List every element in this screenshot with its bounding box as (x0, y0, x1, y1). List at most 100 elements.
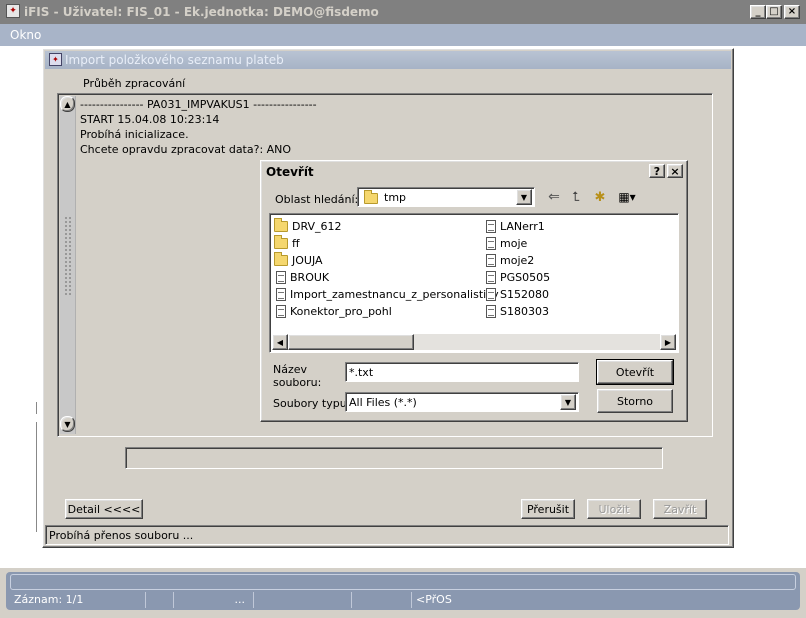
app-icon: ✦ (6, 4, 20, 18)
list-item[interactable]: DRV_612 (274, 217, 342, 234)
file-name: JOUJA (292, 253, 323, 267)
status-cell (352, 592, 412, 608)
zavrit-button[interactable]: Zavřít (653, 499, 707, 519)
scroll-thumb[interactable] (64, 216, 71, 296)
log-line: START 15.04.08 10:23:14 (80, 113, 220, 126)
help-button[interactable]: ? (649, 164, 665, 178)
document-icon (276, 270, 286, 284)
document-icon (486, 270, 496, 284)
progress-bar (125, 447, 663, 469)
list-item[interactable]: JOUJA (274, 251, 323, 268)
app-statusbar: Záznam: 1/1 ... <PřOS (6, 572, 800, 610)
folder-icon (274, 217, 288, 232)
document-icon (486, 236, 496, 250)
file-name: Import_zamestnancu_z_personalistiky (290, 287, 499, 301)
log-scrollbar[interactable]: ▲ ▼ (60, 96, 76, 434)
list-item[interactable]: moje (486, 235, 527, 251)
cancel-button[interactable]: Storno (597, 389, 673, 413)
list-item[interactable]: Import_zamestnancu_z_personalistiky (276, 286, 499, 302)
file-name: moje2 (500, 253, 535, 267)
document-icon (276, 287, 286, 301)
open-file-dialog: Otevřít ? × Oblast hledání: tmp ▼ ⇐ ⮤ ✱ … (260, 160, 688, 422)
status-ellipsis: ... (174, 592, 254, 608)
status-message: Probíhá přenos souboru ... (49, 529, 194, 542)
statusbar-frame (10, 574, 796, 590)
horizontal-scrollbar[interactable]: ◀ ▶ (272, 334, 676, 350)
filename-input[interactable]: *.txt (345, 362, 579, 382)
scroll-down-button[interactable]: ▼ (60, 416, 75, 432)
import-dialog-title: Import položkového seznamu plateb (65, 53, 284, 67)
list-item[interactable]: S180303 (486, 303, 549, 319)
open-dialog-titlebar: Otevřít ? × (263, 163, 685, 181)
file-name: BROUK (290, 270, 330, 284)
log-line: ---------------- PA031_IMPVAKUS1 -------… (80, 98, 317, 111)
list-item[interactable]: S152080 (486, 286, 549, 302)
filename-value: *.txt (349, 366, 374, 379)
filetype-select[interactable]: All Files (*.*) ▼ (345, 392, 579, 412)
scroll-right-button[interactable]: ▶ (660, 334, 676, 350)
scroll-thumb[interactable] (288, 334, 414, 350)
back-arrow-icon[interactable]: ⇐ (545, 189, 563, 205)
section-label: Průběh zpracování (83, 77, 186, 90)
file-name: PGS0505 (500, 270, 551, 284)
menu-okno[interactable]: Okno (10, 28, 41, 42)
document-icon (486, 253, 496, 267)
document-icon (486, 219, 496, 233)
file-list[interactable]: DRV_612 ff JOUJA BROUK Import_zamestnanc… (269, 213, 679, 353)
view-menu-icon[interactable]: ▦▾ (615, 189, 639, 205)
look-in-label: Oblast hledání: (275, 193, 359, 206)
menu-bar: Okno (0, 24, 806, 46)
up-folder-icon[interactable]: ⮤ (567, 189, 585, 205)
bg-line (36, 402, 37, 414)
folder-icon (274, 234, 288, 249)
minimize-button[interactable]: _ (750, 5, 766, 19)
log-line: Chcete opravdu zpracovat data?: ANO (80, 143, 292, 156)
chevron-down-icon[interactable]: ▼ (516, 189, 532, 205)
list-item[interactable]: moje2 (486, 252, 534, 268)
status-cell (146, 592, 174, 608)
list-item[interactable]: LANerr1 (486, 218, 545, 234)
bg-line (36, 422, 37, 532)
chevron-down-icon[interactable]: ▼ (560, 394, 576, 410)
filename-label: Název souboru: (273, 363, 322, 389)
open-button[interactable]: Otevřít (596, 359, 674, 385)
import-dialog-titlebar: ✦ Import položkového seznamu plateb (45, 51, 731, 69)
close-button[interactable]: × (784, 5, 800, 19)
record-indicator: Záznam: 1/1 (10, 592, 146, 608)
document-icon (486, 287, 496, 301)
app-titlebar: ✦ iFIS - Uživatel: FIS_01 - Ek.jednotka:… (0, 0, 806, 24)
ulozit-button[interactable]: Uložit (587, 499, 641, 519)
prerusit-button[interactable]: Přerušit (521, 499, 575, 519)
detail-button[interactable]: Detail <<<< (65, 499, 143, 519)
file-name: S152080 (500, 287, 549, 301)
document-icon (486, 304, 496, 318)
close-dialog-button[interactable]: × (667, 164, 683, 178)
folder-icon (364, 190, 378, 204)
scroll-up-button[interactable]: ▲ (60, 96, 75, 112)
dialog-status-line: Probíhá přenos souboru ... (45, 525, 729, 545)
mode-indicator: <PřOS (416, 593, 452, 606)
new-folder-icon[interactable]: ✱ (591, 189, 609, 205)
filetype-value: All Files (*.*) (349, 396, 417, 409)
scroll-left-button[interactable]: ◀ (272, 334, 288, 350)
filetype-label: Soubory typu: (273, 397, 351, 410)
file-name: LANerr1 (500, 219, 545, 233)
maximize-button[interactable]: □ (766, 5, 782, 19)
list-item[interactable]: PGS0505 (486, 269, 550, 285)
list-item[interactable]: ff (274, 234, 300, 251)
open-dialog-title: Otevřít (266, 165, 314, 179)
list-item[interactable]: Konektor_pro_pohl (276, 303, 392, 319)
status-cell (254, 592, 352, 608)
folder-icon (274, 251, 288, 266)
file-name: ff (292, 236, 300, 250)
app-title: iFIS - Uživatel: FIS_01 - Ek.jednotka: D… (24, 5, 379, 19)
document-icon (276, 304, 286, 318)
log-line: Probíhá inicializace. (80, 128, 189, 141)
list-item[interactable]: BROUK (276, 269, 329, 285)
look-in-value: tmp (384, 191, 407, 204)
file-name: moje (500, 236, 528, 250)
look-in-combo[interactable]: tmp ▼ (357, 187, 535, 207)
file-name: Konektor_pro_pohl (290, 304, 392, 318)
dialog-icon: ✦ (49, 53, 62, 66)
file-name: S180303 (500, 304, 549, 318)
